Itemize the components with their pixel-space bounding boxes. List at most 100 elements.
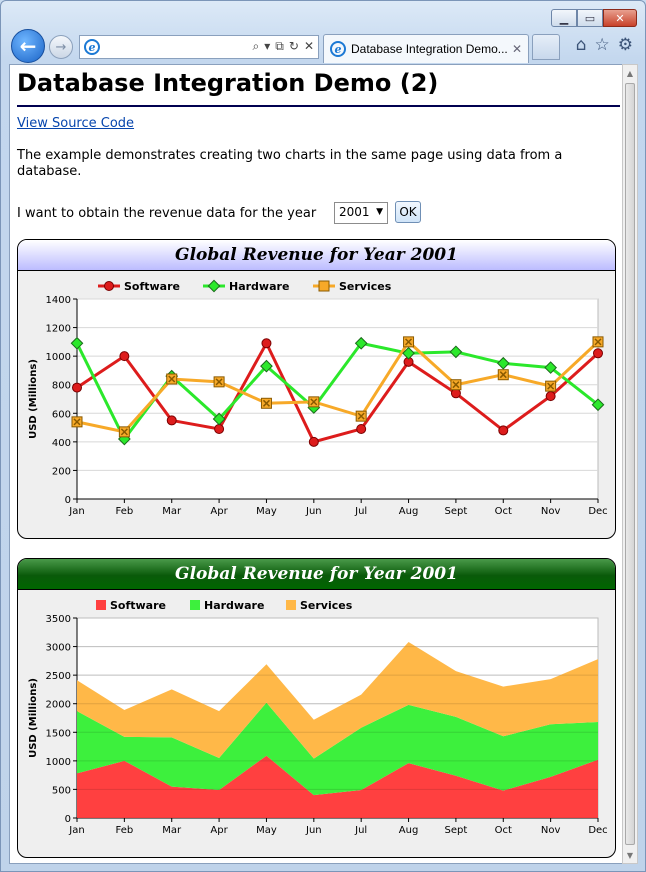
x-tick-label: Oct [495,825,512,836]
tab-title: Database Integration Demo... [351,42,507,56]
data-point [214,424,225,434]
favorites-star-icon[interactable]: ☆ [595,35,610,55]
toolbar-icons: ⌂ ☆ ⚙ [576,35,633,55]
legend-swatch [190,600,200,610]
area-chart: 0 500 1000 1500 2000 2500 3000 3500 Jan Feb Mar Apr… [28,599,608,836]
y-tick-label: 500 [52,785,71,796]
chevron-down-icon: ▼ [376,207,383,217]
year-select-value: 2001 [339,205,370,219]
data-point [356,424,367,434]
x-tick-label: Aug [399,825,419,836]
x-tick-label: Oct [495,506,512,517]
address-tools: ⌕ ▾ ⧉ ↻ ✕ [253,39,314,54]
search-icon[interactable]: ⌕ [253,39,260,54]
y-tick-label: 0 [65,495,71,506]
x-tick-label: Jul [354,825,367,836]
data-point [545,391,556,402]
scroll-up-icon[interactable]: ▲ [623,65,637,81]
page-description: The example demonstrates creating two ch… [17,148,563,179]
data-point [498,425,509,436]
line-chart-panel: Global Revenue for Year 2001 0 200 400 600 8… [17,239,616,539]
y-axis-label: USD (Millions) [28,678,39,758]
y-tick-label: 3500 [46,614,71,625]
legend-label: Software [124,280,180,293]
area-chart-title: Global Revenue for Year 2001 [18,559,615,590]
x-tick-label: Dec [588,825,607,836]
refresh-icon[interactable]: ↻ [289,39,299,54]
back-button[interactable]: ← [11,29,45,63]
year-select[interactable]: 2001 ▼ [334,202,388,224]
settings-gear-icon[interactable]: ⚙ [618,35,633,55]
x-tick-label: Jun [305,825,322,836]
address-bar[interactable]: e ⌕ ▾ ⧉ ↻ ✕ [79,35,319,59]
line-chart-title: Global Revenue for Year 2001 [18,240,615,271]
x-tick-label: Aug [399,506,419,517]
y-tick-label: 0 [65,814,71,825]
y-tick-label: 1400 [46,295,71,306]
legend-marker [318,280,330,292]
legend-label: Services [339,280,392,293]
y-tick-label: 800 [52,381,71,392]
x-tick-label: Apr [210,825,228,836]
y-tick-label: 2500 [46,671,71,682]
ie-logo-icon: e [84,39,100,55]
legend-swatch [96,600,106,610]
minimize-button[interactable]: ▁ [551,9,577,27]
data-point [593,348,603,359]
x-tick-label: Mar [162,825,182,836]
dropdown-icon[interactable]: ▾ [264,39,270,54]
data-point [72,382,82,393]
forward-arrow-icon: → [55,39,67,55]
x-tick-label: Apr [210,506,228,517]
home-icon[interactable]: ⌂ [576,35,587,55]
x-tick-label: Mar [162,506,182,517]
scroll-down-icon[interactable]: ▼ [623,847,637,863]
title-divider [17,105,620,107]
compatibility-icon[interactable]: ⧉ [275,39,284,54]
close-window-button[interactable]: ✕ [603,9,637,27]
stop-icon[interactable]: ✕ [304,39,314,54]
y-tick-label: 3000 [46,643,71,654]
navigation-bar: ← → e ⌕ ▾ ⧉ ↻ ✕ e Database Integration D… [9,29,637,63]
x-tick-label: May [256,506,277,517]
data-point [261,338,272,349]
view-source-link[interactable]: View Source Code [17,116,134,131]
browser-tab[interactable]: e Database Integration Demo... ✕ [323,34,529,63]
y-tick-label: 600 [52,409,71,420]
area-chart-panel: Global Revenue for Year 2001 0 500 1000 150… [17,558,616,858]
vertical-scrollbar[interactable]: ▲ ▼ [622,64,638,864]
x-tick-label: Feb [116,506,134,517]
x-tick-label: Nov [541,825,561,836]
y-tick-label: 1200 [46,324,71,335]
x-tick-label: Jan [68,506,84,517]
legend-label: Hardware [204,599,264,612]
x-tick-label: Sept [445,506,468,517]
ok-button[interactable]: OK [395,201,421,223]
year-prompt-label: I want to obtain the revenue data for th… [17,206,317,221]
x-tick-label: Dec [588,506,607,517]
y-tick-label: 1500 [46,728,71,739]
scrollbar-thumb[interactable] [625,83,635,845]
y-tick-label: 2000 [46,700,71,711]
forward-button[interactable]: → [49,35,73,59]
legend-swatch [286,600,296,610]
legend-label: Software [110,599,166,612]
line-chart: 0 200 400 600 800 1000 1200 1400 Jan Feb Mar Apr May… [28,279,608,517]
x-tick-label: Sept [445,825,468,836]
x-tick-label: Jan [68,825,84,836]
window-controls: ▁ ▭ ✕ [551,9,637,27]
new-tab-button[interactable] [532,34,560,60]
back-arrow-icon: ← [19,34,37,58]
x-tick-label: Jul [354,506,367,517]
browser-window: ▁ ▭ ✕ ← → e ⌕ ▾ ⧉ ↻ ✕ e Database Integra… [0,0,646,872]
maximize-button[interactable]: ▭ [577,9,603,27]
y-axis-label: USD (Millions) [28,359,39,439]
data-point [119,351,130,362]
tab-favicon-icon: e [330,41,346,57]
y-tick-label: 1000 [46,757,71,768]
y-tick-label: 400 [52,438,71,449]
legend-label: Services [300,599,353,612]
y-tick-label: 1000 [46,352,71,363]
legend-label: Hardware [229,280,289,293]
tab-close-icon[interactable]: ✕ [512,42,522,56]
